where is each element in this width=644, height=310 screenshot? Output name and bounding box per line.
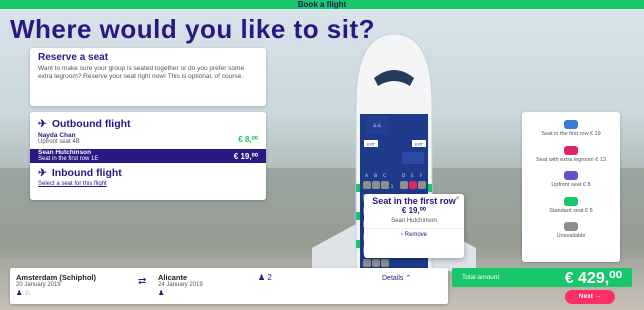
col-label-b: B — [374, 173, 377, 179]
legend-label: Standard seat € 5 — [549, 207, 593, 214]
remove-seat-button[interactable]: › Remove — [364, 228, 464, 238]
passenger-count: 2 — [267, 273, 272, 282]
chevron-right-icon: › — [400, 232, 403, 238]
from-block: Amsterdam (Schiphol) 20 January 2019 ♟ ♘ — [16, 273, 96, 297]
inbound-heading: ✈ Inbound flight — [30, 163, 266, 181]
exit-marker — [356, 240, 360, 248]
legend-upfront: Upfront seat € 8 — [526, 171, 616, 189]
seat-unavailable-icon — [564, 222, 578, 231]
swap-arrows-icon: ⇄ — [138, 276, 147, 287]
seat-1a[interactable] — [363, 181, 371, 189]
passengers-block: ♟ 2 — [258, 273, 272, 282]
arrow-right-icon: → — [594, 293, 602, 300]
col-label-d: D — [402, 173, 406, 179]
person-icon: ♟ — [258, 273, 266, 282]
from-city: Amsterdam (Schiphol) — [16, 273, 97, 282]
reserve-text: Want to make sure your group is seated t… — [38, 65, 245, 80]
seat-1d[interactable] — [400, 181, 408, 189]
exit-right-label: EXIT — [415, 143, 424, 147]
total-amount-box: Total amount € 429,⁰⁰ — [452, 268, 632, 287]
to-block: Alicante 24 January 2019 ♟ — [158, 273, 203, 297]
legend-standard: Standard seat € 5 — [526, 196, 616, 215]
remove-label: Remove — [404, 232, 427, 238]
popup-price: € 19,⁰⁰ — [401, 206, 427, 215]
legend-label: Seat with extra legroom € 13 — [535, 156, 606, 163]
legend-label: Seat in the first row € 19 — [541, 131, 601, 137]
reserve-seat-card: Reserve a seat Want to make sure your gr… — [30, 48, 266, 106]
seat-extra-legroom-icon — [564, 145, 578, 155]
seat-icon: ♟ — [158, 290, 165, 297]
popup-passenger: Sean Hutchinson — [391, 218, 437, 224]
col-label-c: C — [383, 173, 386, 179]
from-date: 20 January 2019 — [16, 282, 61, 288]
next-label: Next — [578, 293, 593, 300]
col-label-e: E — [411, 173, 414, 179]
legend-label: Upfront seat € 8 — [551, 182, 591, 188]
exit-marker — [356, 212, 360, 220]
select-inbound-seat-link[interactable]: Select a seat for this flight — [30, 181, 266, 187]
total-label: Total amount — [462, 274, 500, 281]
seat[interactable] — [372, 259, 380, 267]
passenger-row-nayda[interactable]: Nayda Chan Upfront seat 4B € 8,⁰⁰ — [30, 132, 266, 146]
chevron-up-icon: ⌃ — [405, 275, 412, 282]
passenger-name: Sean Hutchinson — [38, 149, 92, 156]
legend-label: Unavailable — [556, 233, 586, 239]
exit-left-label: EXIT — [367, 143, 376, 147]
reserve-heading: Reserve a seat — [38, 52, 109, 63]
next-button[interactable]: Next → — [565, 290, 615, 304]
plane-outbound-icon: ✈ — [38, 118, 47, 130]
col-label-f: F — [420, 173, 423, 179]
close-icon[interactable]: ✕ — [455, 195, 460, 202]
seat-legend: Seat in the first row € 19 Seat with ext… — [522, 112, 620, 262]
to-date: 24 January 2019 — [158, 282, 203, 288]
toilet-icon: ♙♙ — [373, 123, 382, 129]
seat-first-row-icon — [564, 120, 578, 129]
seat-icons: ♟ ♘ — [16, 290, 31, 297]
total-amount: € 429,⁰⁰ — [564, 270, 622, 287]
details-label: Details — [382, 275, 404, 282]
flights-card: ✈ Outbound flight Nayda Chan Upfront sea… — [30, 112, 266, 200]
passenger-seat: Seat in the first row 1E — [38, 156, 99, 162]
seat-popup: ✕ Seat in the first row € 19,⁰⁰ Sean Hut… — [364, 194, 464, 258]
seat[interactable] — [381, 259, 389, 267]
top-bar: Book a flight — [0, 0, 644, 9]
to-city: Alicante — [158, 273, 188, 282]
outbound-heading: ✈ Outbound flight — [30, 112, 266, 132]
popup-title: Seat in the first row — [372, 196, 456, 206]
trip-summary-bar: Amsterdam (Schiphol) 20 January 2019 ♟ ♘… — [10, 268, 448, 304]
seat-upfront-icon — [564, 171, 578, 180]
passenger-name: Nayda Chan — [38, 132, 76, 139]
outbound-heading-label: Outbound flight — [51, 118, 131, 130]
galley — [402, 152, 424, 164]
exit-marker — [356, 184, 360, 192]
seat[interactable] — [363, 259, 371, 267]
passenger-seat: Upfront seat 4B — [38, 139, 80, 145]
legend-first-row: Seat in the first row € 19 — [526, 120, 616, 138]
passenger-price: € 19,⁰⁰ — [233, 151, 258, 161]
exit-marker — [428, 184, 432, 192]
seat-1c[interactable] — [381, 181, 389, 189]
seat-1f[interactable] — [418, 181, 426, 189]
seat-1e-selected[interactable] — [409, 181, 417, 189]
plane-inbound-icon: ✈ — [38, 167, 47, 179]
seat-standard-icon — [564, 196, 578, 206]
legend-extra-legroom: Seat with extra legroom € 13 — [526, 145, 616, 164]
details-toggle[interactable]: Details ⌃ — [382, 274, 411, 282]
inbound-heading-label: Inbound flight — [51, 167, 122, 179]
row-number: 1 — [391, 184, 394, 190]
passenger-price: € 8,⁰⁰ — [238, 134, 258, 144]
passenger-row-sean[interactable]: Sean Hutchinson Seat in the first row 1E… — [30, 149, 266, 163]
seat-1b[interactable] — [372, 181, 380, 189]
legend-unavailable: Unavailable — [526, 222, 616, 240]
